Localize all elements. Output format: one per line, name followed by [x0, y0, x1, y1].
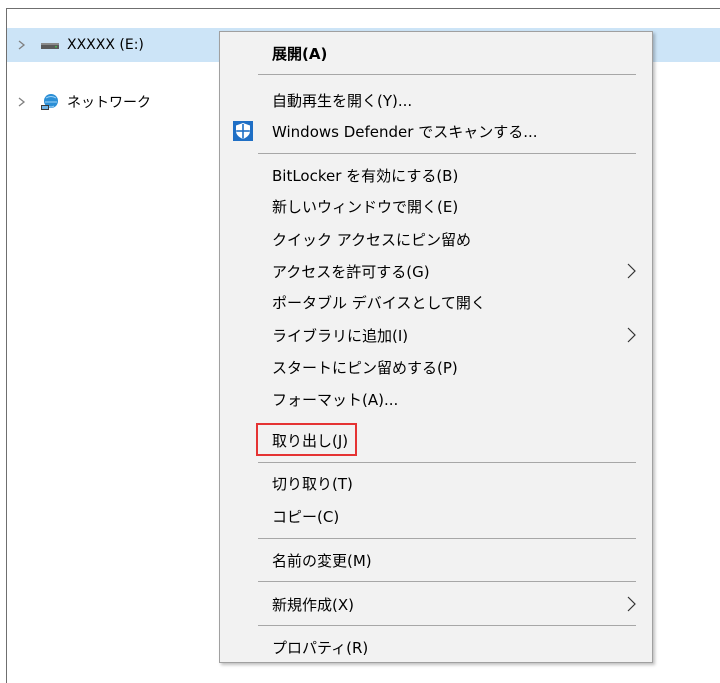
- menu-item-label: アクセスを許可する(G): [272, 262, 430, 281]
- menu-item-new[interactable]: 新規作成(X): [220, 590, 652, 618]
- menu-item-defender-scan[interactable]: Windows Defender でスキャンする...: [220, 117, 652, 145]
- menu-separator: [258, 625, 636, 626]
- menu-separator: [258, 581, 636, 582]
- menu-separator: [258, 538, 636, 539]
- menu-item-label: 自動再生を開く(Y)...: [272, 91, 413, 110]
- menu-item-label: BitLocker を有効にする(B): [272, 166, 459, 185]
- chevron-right-icon[interactable]: [7, 97, 37, 107]
- chevron-right-icon[interactable]: [7, 40, 37, 50]
- menu-item-pin-to-start[interactable]: スタートにピン留めする(P): [220, 353, 652, 381]
- network-label: ネットワーク: [67, 95, 151, 111]
- menu-item-open-portable-device[interactable]: ポータブル デバイスとして開く: [220, 288, 652, 316]
- menu-item-cut[interactable]: 切り取り(T): [220, 469, 652, 497]
- windows-defender-icon: [233, 121, 253, 145]
- chevron-right-icon: [627, 596, 636, 616]
- menu-item-give-access[interactable]: アクセスを許可する(G): [220, 257, 652, 285]
- menu-item-copy[interactable]: コピー(C): [220, 502, 652, 530]
- menu-item-open-new-window[interactable]: 新しいウィンドウで開く(E): [220, 192, 652, 220]
- menu-item-label: クイック アクセスにピン留め: [272, 230, 472, 249]
- chevron-right-icon: [627, 327, 636, 347]
- menu-item-label: Windows Defender でスキャンする...: [272, 122, 538, 141]
- menu-item-label: コピー(C): [272, 507, 340, 526]
- drive-icon: [37, 39, 63, 51]
- menu-item-label: 名前の変更(M): [272, 551, 372, 570]
- menu-item-expand[interactable]: 展開(A): [220, 39, 652, 67]
- network-icon: [37, 93, 63, 111]
- menu-item-include-in-library[interactable]: ライブラリに追加(I): [220, 321, 652, 349]
- menu-separator: [258, 74, 636, 75]
- menu-item-label: 新しいウィンドウで開く(E): [272, 197, 459, 216]
- menu-item-autoplay[interactable]: 自動再生を開く(Y)...: [220, 86, 652, 114]
- menu-item-label: プロパティ(R): [272, 638, 369, 657]
- menu-item-label: 新規作成(X): [272, 595, 354, 614]
- menu-item-label: フォーマット(A)...: [272, 390, 399, 409]
- menu-item-label: ライブラリに追加(I): [272, 326, 409, 345]
- menu-item-label: 切り取り(T): [272, 474, 353, 493]
- menu-item-format[interactable]: フォーマット(A)...: [220, 385, 652, 413]
- menu-item-rename[interactable]: 名前の変更(M): [220, 546, 652, 574]
- menu-item-label: ポータブル デバイスとして開く: [272, 293, 486, 312]
- annotation-highlight-box: [256, 423, 357, 456]
- menu-item-bitlocker[interactable]: BitLocker を有効にする(B): [220, 161, 652, 189]
- menu-item-label: スタートにピン留めする(P): [272, 358, 458, 377]
- menu-separator: [258, 462, 636, 463]
- drive-label: XXXXX (E:): [67, 37, 144, 53]
- menu-item-pin-quick-access[interactable]: クイック アクセスにピン留め: [220, 225, 652, 253]
- context-menu: 展開(A) 自動再生を開く(Y)... Windows Defender でスキ…: [219, 31, 653, 663]
- menu-separator: [258, 153, 636, 154]
- chevron-right-icon: [627, 263, 636, 283]
- menu-item-properties[interactable]: プロパティ(R): [220, 633, 652, 661]
- menu-item-label: 展開(A): [272, 44, 328, 63]
